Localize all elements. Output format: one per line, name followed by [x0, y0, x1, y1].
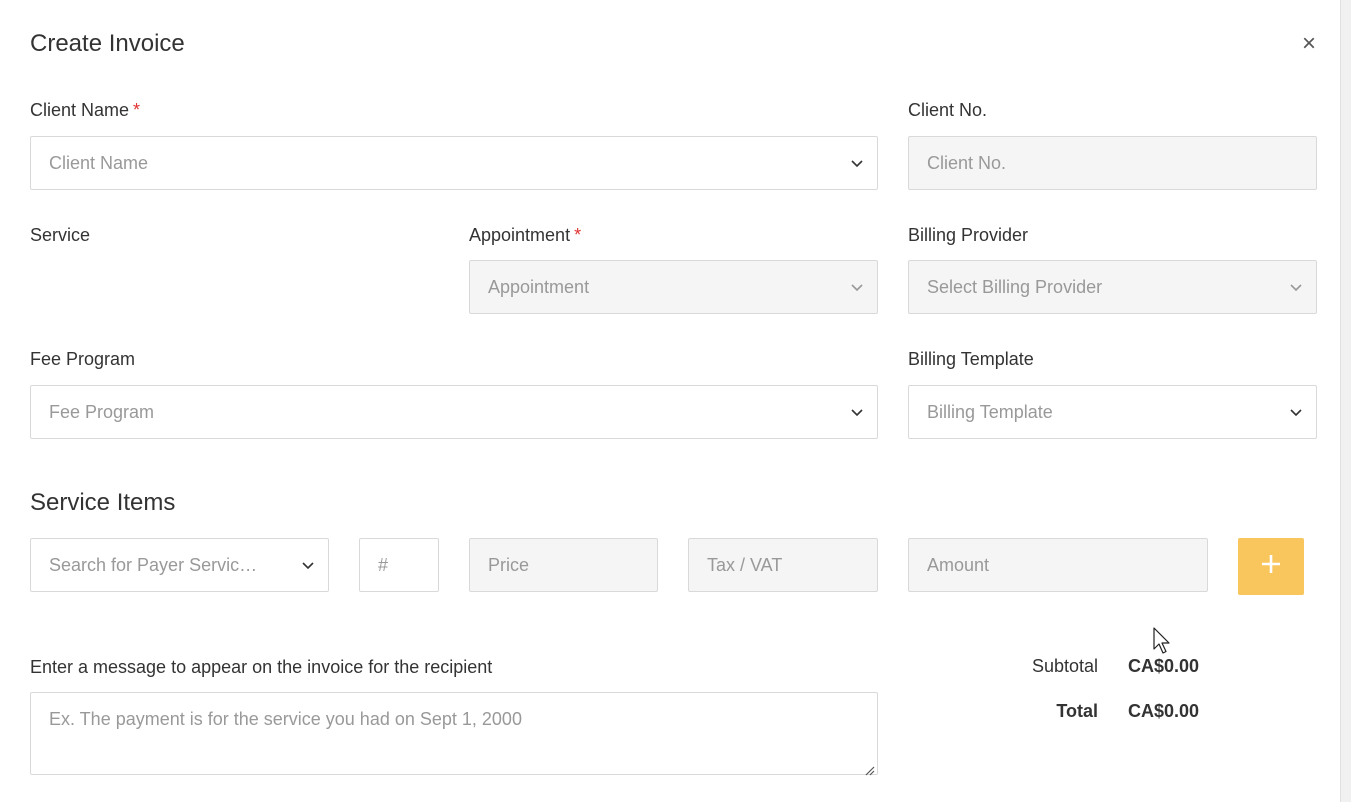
total-value: CA$0.00 [1128, 701, 1200, 721]
chevron-down-icon [837, 386, 877, 438]
close-icon[interactable]: × [1299, 32, 1319, 56]
tax-vat-input[interactable]: Tax / VAT [688, 538, 878, 592]
client-name-label: Client Name * [30, 100, 141, 120]
message-placeholder: Ex. The payment is for the service you h… [49, 709, 522, 729]
amount-input[interactable]: Amount [908, 538, 1208, 592]
client-name-select[interactable]: Client Name [30, 136, 878, 190]
appointment-select[interactable]: Appointment [469, 260, 878, 314]
billing-template-label: Billing Template [908, 349, 1034, 369]
billing-provider-label: Billing Provider [908, 225, 1029, 245]
quantity-placeholder: # [378, 554, 389, 575]
client-no-label: Client No. [908, 100, 988, 120]
chevron-down-icon [1276, 261, 1316, 313]
client-name-placeholder: Client Name [49, 152, 149, 173]
billing-template-placeholder: Billing Template [927, 401, 1053, 422]
fee-program-placeholder: Fee Program [49, 401, 155, 422]
tax-vat-placeholder: Tax / VAT [707, 554, 783, 575]
plus-icon [1259, 552, 1283, 581]
service-items-heading: Service Items [30, 489, 176, 516]
resize-handle-icon[interactable] [863, 760, 875, 776]
fee-program-select[interactable]: Fee Program [30, 385, 878, 439]
message-textarea[interactable]: Ex. The payment is for the service you h… [30, 692, 878, 776]
required-mark: * [133, 100, 141, 120]
client-no-placeholder: Client No. [927, 152, 1007, 173]
price-input[interactable]: Price [469, 538, 658, 592]
chevron-down-icon [837, 261, 877, 313]
service-label: Service [30, 225, 91, 245]
quantity-input[interactable]: # [359, 538, 439, 592]
payer-service-placeholder: Search for Payer Servic… [49, 554, 258, 575]
message-label: Enter a message to appear on the invoice… [30, 657, 493, 677]
total-label: Total [1056, 701, 1098, 721]
modal-title: Create Invoice [30, 30, 185, 57]
fee-program-label: Fee Program [30, 349, 136, 369]
payer-service-search[interactable]: Search for Payer Servic… [30, 538, 329, 592]
billing-template-select[interactable]: Billing Template [908, 385, 1317, 439]
add-service-item-button[interactable] [1238, 538, 1304, 595]
amount-placeholder: Amount [927, 554, 990, 575]
appointment-placeholder: Appointment [488, 276, 590, 297]
chevron-down-icon [288, 539, 328, 591]
billing-provider-select[interactable]: Select Billing Provider [908, 260, 1317, 314]
chevron-down-icon [1276, 386, 1316, 438]
chevron-down-icon [837, 137, 877, 189]
price-placeholder: Price [488, 554, 530, 575]
subtotal-label: Subtotal [1031, 656, 1098, 676]
scrollbar[interactable] [1340, 0, 1351, 802]
client-no-field[interactable]: Client No. [908, 136, 1317, 190]
required-mark: * [574, 225, 582, 245]
mouse-cursor-icon [1152, 627, 1172, 655]
appointment-label: Appointment * [469, 225, 582, 245]
billing-provider-placeholder: Select Billing Provider [927, 276, 1103, 297]
subtotal-value: CA$0.00 [1128, 656, 1200, 676]
